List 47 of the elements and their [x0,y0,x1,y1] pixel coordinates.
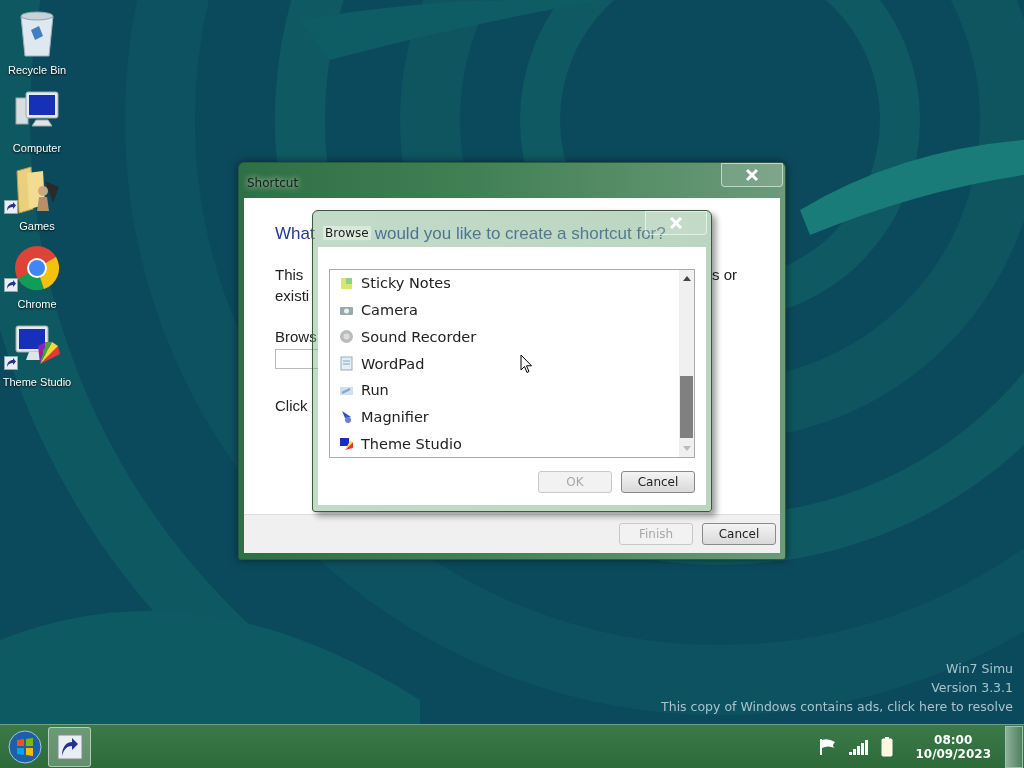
list-item[interactable]: Magnifier [339,403,679,431]
close-button[interactable] [721,163,783,187]
description-text: s or [712,266,737,283]
window-title: Shortcut [247,176,299,190]
show-desktop-button[interactable] [1005,725,1023,768]
flag-icon[interactable] [819,737,838,756]
scroll-up-icon[interactable] [682,276,691,281]
list-item[interactable]: Sound Recorder [339,323,679,351]
list-item[interactable]: Run [339,376,679,404]
scrollbar[interactable] [679,270,694,457]
scroll-thumb[interactable] [680,376,693,438]
cursor-icon [520,354,533,374]
browser-icon [14,245,60,291]
battery-icon[interactable] [881,736,894,757]
magnifier-icon [339,409,354,425]
signal-icon[interactable] [849,738,870,755]
list-item[interactable]: Camera [339,296,679,324]
cancel-button[interactable]: Cancel [621,471,695,493]
close-icon [745,168,759,182]
description-text: This [275,266,304,283]
clock-date: 10/09/2023 [915,746,991,761]
document-icon [339,356,354,371]
desktop-icon[interactable]: Computer [0,80,74,158]
close-icon [669,216,683,230]
product-name: Win7 Simu [946,661,1013,676]
folder-with-chess-piece-icon [13,165,61,215]
list-item[interactable]: Theme Studio [339,430,679,458]
instruction-text: Click [275,397,308,414]
list-item[interactable]: Sticky Notes [339,270,679,297]
recycle-bin-icon [17,10,57,58]
description-text: existi [275,287,310,304]
heading-text: would you like to create a shortcut for? [374,224,666,244]
activation-notice[interactable]: This copy of Windows contains ads, click here to resolve [661,699,1013,714]
clock[interactable]: 08:00 10/09/2023 [915,732,991,761]
desktop-icon[interactable]: Chrome [0,236,74,314]
cancel-button[interactable]: Cancel [702,523,776,545]
version-text: Version 3.3.1 [931,680,1013,695]
disc-icon [339,329,354,345]
taskbar-button[interactable] [48,726,91,767]
desktop-icon[interactable]: Theme Studio [0,314,74,392]
notes-icon [339,275,354,291]
clock-time: 08:00 [934,732,973,747]
monitor-icon [339,436,354,452]
desktop-icon[interactable]: Recycle Bin [0,2,74,80]
desktop-icon[interactable]: Games [0,158,74,236]
list-item[interactable]: WordPad [339,350,679,377]
start-button[interactable] [8,729,42,764]
